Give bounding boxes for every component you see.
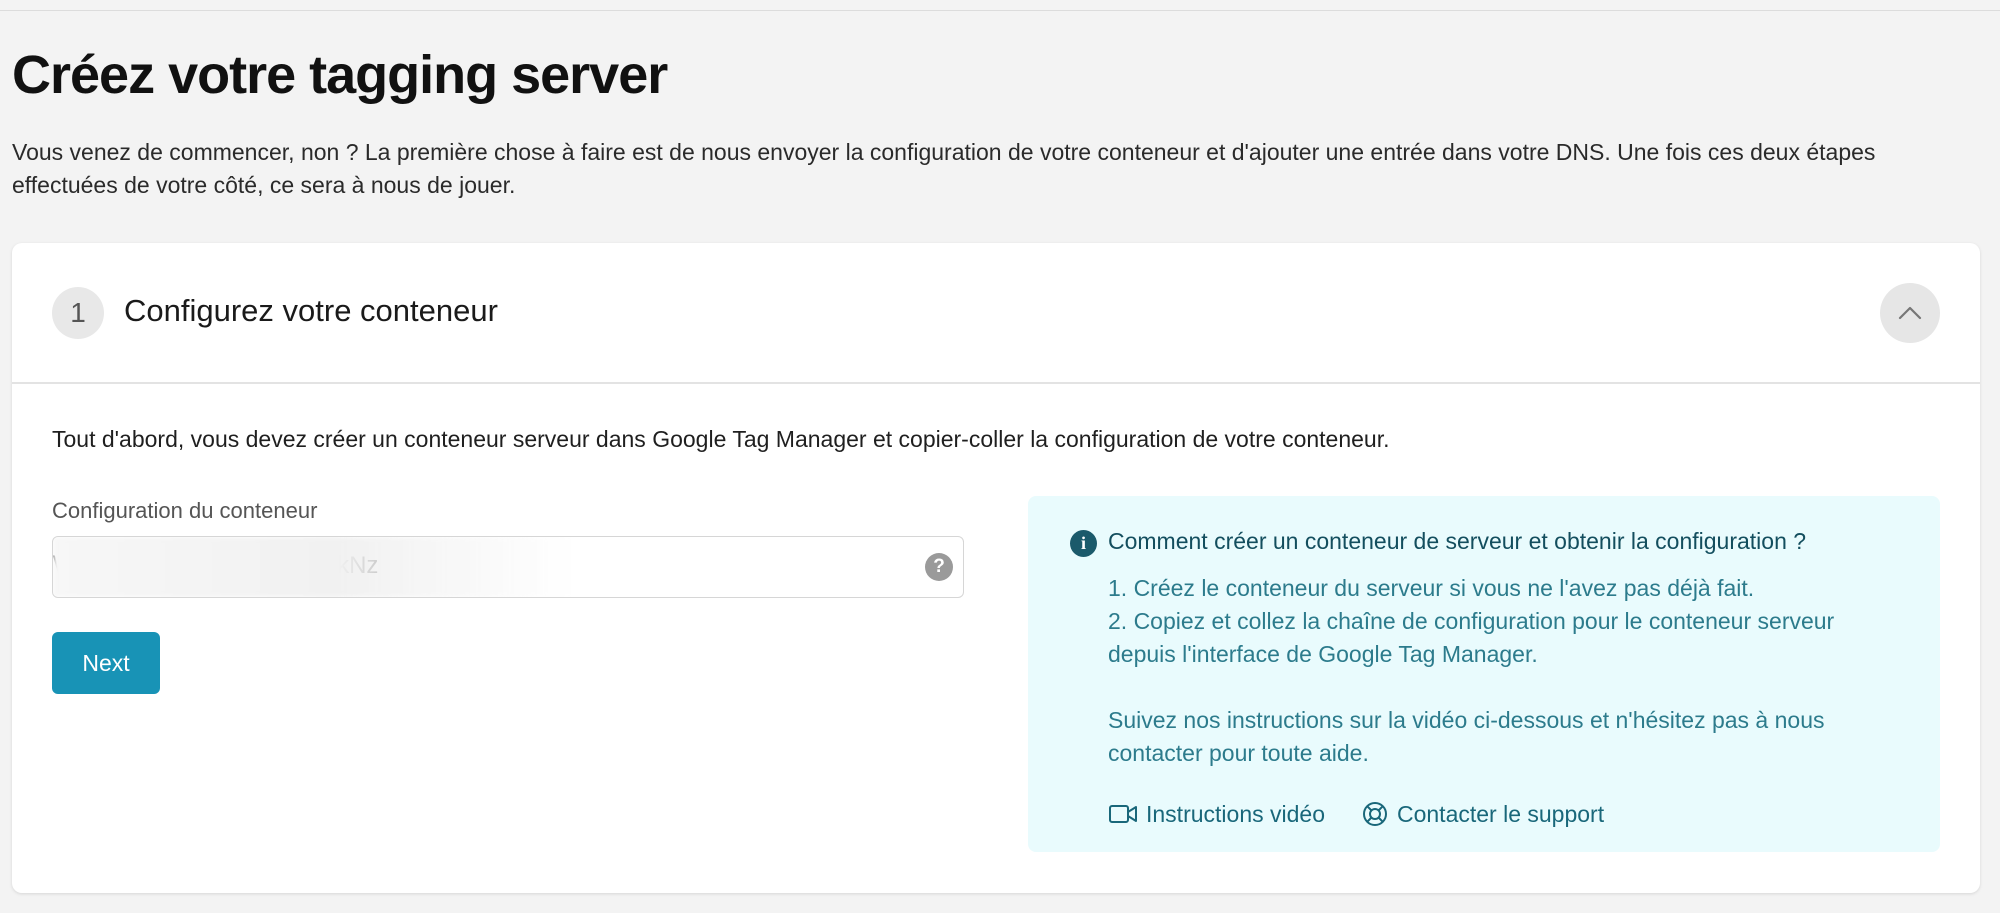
step-description: Tout d'abord, vous devez créer un conten… [52, 426, 1390, 452]
contact-support-label: Contacter le support [1396, 800, 1605, 827]
top-divider [0, 10, 2000, 11]
info-links: Instructions vidéo Contacter le support [1108, 796, 1604, 832]
info-line: 2. Copiez et collez la chaîne de configu… [1108, 608, 1835, 667]
step-number-badge: 1 [52, 287, 104, 339]
step-card-header: 1 Configurez votre conteneur [12, 243, 1980, 384]
info-panel: i Comment créer un conteneur de serveur … [1028, 496, 1940, 852]
info-line: Suivez nos instructions sur la vidéo ci-… [1108, 707, 1825, 766]
video-instructions-link[interactable]: Instructions vidéo [1108, 801, 1325, 828]
lifebuoy-icon [1362, 802, 1387, 826]
step-title: Configurez votre conteneur [124, 293, 498, 328]
info-line [1108, 671, 1908, 704]
step-card: 1 Configurez votre conteneur Tout d'abor… [12, 243, 1980, 893]
video-instructions-label: Instructions vidéo [1146, 800, 1325, 827]
page-intro: Vous venez de commencer, non ? La premiè… [12, 139, 1876, 198]
info-body: 1. Créez le conteneur du serveur si vous… [1108, 572, 1908, 770]
info-icon: i [1070, 530, 1097, 557]
config-field: ? [52, 536, 964, 598]
page-title: Créez votre tagging server [12, 45, 668, 105]
collapse-button[interactable] [1880, 283, 1940, 343]
next-button[interactable]: Next [52, 632, 160, 694]
contact-support-link[interactable]: Contacter le support [1361, 800, 1604, 828]
info-line: 1. Créez le conteneur du serveur si vous… [1108, 575, 1755, 601]
video-camera-icon [1109, 805, 1137, 823]
info-title: Comment créer un conteneur de serveur et… [1108, 528, 1807, 554]
chevron-up-icon [1898, 306, 1922, 320]
config-field-label: Configuration du conteneur [52, 498, 318, 523]
redacted-overlay [53, 537, 573, 597]
question-circle-icon[interactable]: ? [925, 553, 953, 581]
